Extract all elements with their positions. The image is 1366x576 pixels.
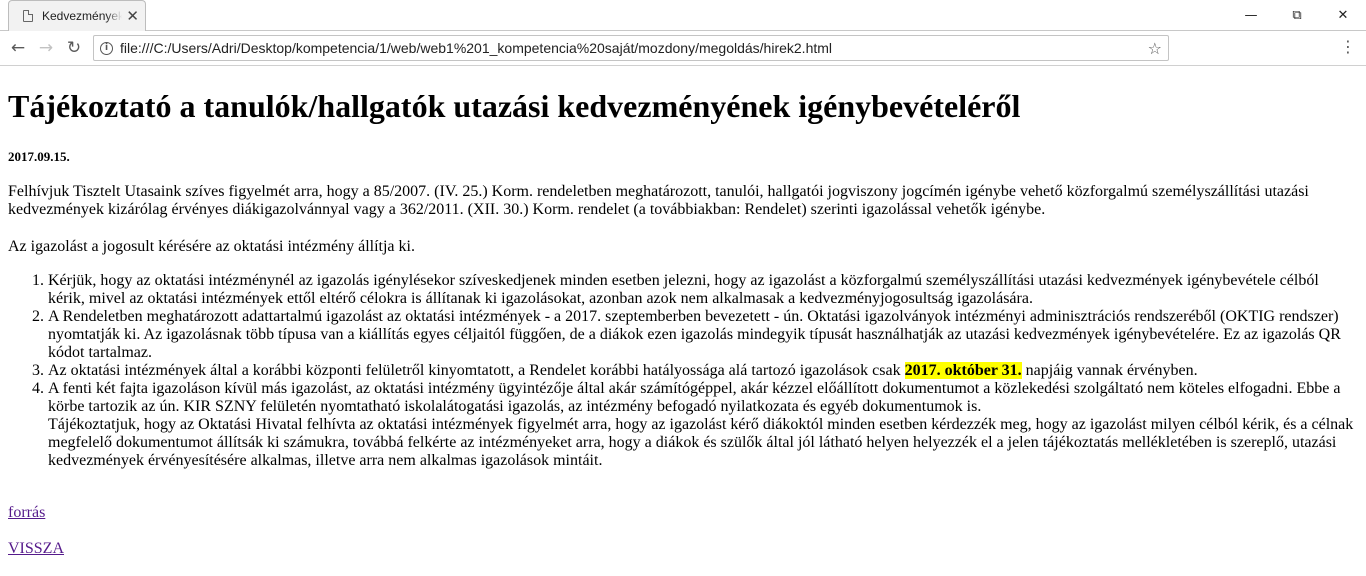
highlighted-deadline: 2017. október 31. — [904, 362, 1022, 379]
list-item: Kérjük, hogy az oktatási intézménynél az… — [48, 272, 1358, 308]
browser-toolbar: ← → ↻ i file:///C:/Users/Adri/Desktop/ko… — [0, 31, 1366, 66]
back-link[interactable]: VISSZA — [8, 540, 64, 558]
list-item: A Rendeletben meghatározott adattartalmú… — [48, 308, 1358, 362]
tab-strip: Kedvezmények ✕ — ⧉ ✕ — [0, 0, 1366, 31]
item-text: A fenti két fajta igazoláson kívül más i… — [48, 380, 1341, 415]
address-bar[interactable]: i file:///C:/Users/Adri/Desktop/kompeten… — [93, 35, 1169, 61]
info-list: Kérjük, hogy az oktatási intézménynél az… — [8, 272, 1358, 470]
menu-icon[interactable]: ⋮ — [1340, 39, 1356, 55]
item-extra-text: Tájékoztatjuk, hogy az Oktatási Hivatal … — [48, 416, 1354, 469]
info-icon[interactable]: i — [100, 41, 113, 55]
reload-icon[interactable]: ↻ — [60, 34, 88, 62]
window-close-icon[interactable]: ✕ — [1320, 0, 1366, 30]
url-text[interactable]: file:///C:/Users/Adri/Desktop/kompetenci… — [120, 40, 1148, 56]
back-icon[interactable]: ← — [4, 34, 32, 62]
source-link[interactable]: forrás — [8, 504, 45, 522]
article-date: 2017.09.15. — [8, 149, 70, 164]
page-icon — [23, 10, 33, 22]
close-icon[interactable]: ✕ — [126, 9, 139, 24]
forward-icon: → — [38, 38, 54, 58]
list-item: A fenti két fajta igazoláson kívül más i… — [48, 380, 1358, 470]
tab-title: Kedvezmények — [42, 9, 123, 23]
list-item: Az oktatási intézmények által a korábbi … — [48, 362, 1358, 380]
star-icon[interactable]: ☆ — [1148, 39, 1162, 58]
item-text: Az oktatási intézmények által a korábbi … — [48, 362, 905, 379]
issuer-paragraph: Az igazolást a jogosult kérésére az okta… — [8, 238, 415, 255]
browser-tab[interactable]: Kedvezmények ✕ — [8, 0, 146, 31]
item-text: napjáig vannak érvényben. — [1021, 362, 1198, 379]
intro-paragraph: Felhívjuk Tisztelt Utasaink szíves figye… — [8, 183, 1309, 218]
page-content: Tájékoztató a tanulók/hallgatók utazási … — [0, 88, 1366, 558]
window-controls: — ⧉ ✕ — [1228, 0, 1366, 30]
minimize-icon[interactable]: — — [1228, 0, 1274, 30]
restore-icon[interactable]: ⧉ — [1274, 0, 1320, 30]
page-title: Tájékoztató a tanulók/hallgatók utazási … — [8, 88, 1021, 124]
